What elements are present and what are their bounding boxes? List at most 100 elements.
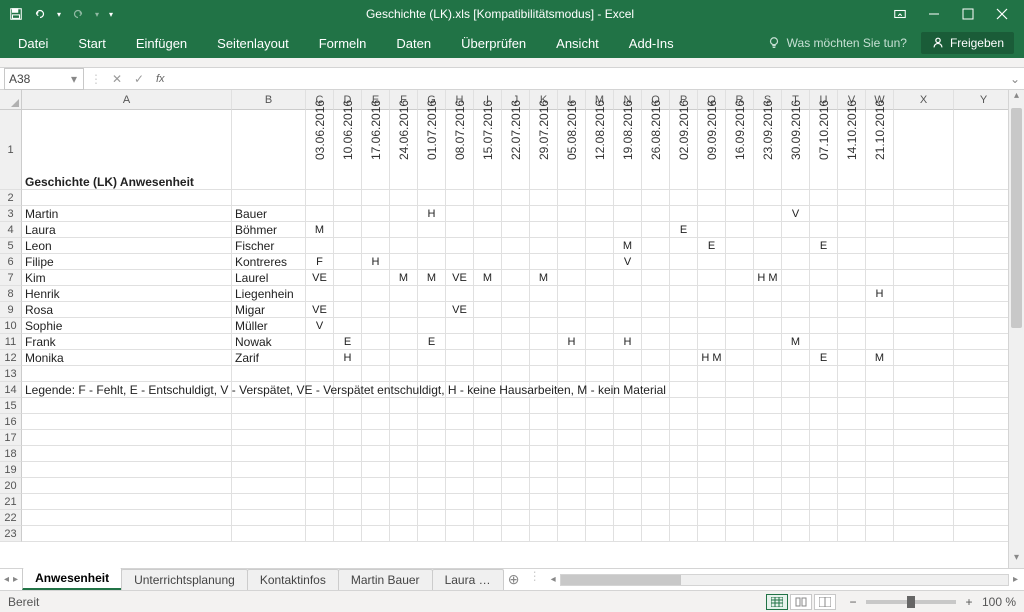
cell[interactable]	[22, 414, 232, 429]
cell[interactable]	[614, 222, 642, 237]
cell[interactable]	[866, 254, 894, 269]
row-header[interactable]: 18	[0, 446, 22, 462]
cell[interactable]	[642, 318, 670, 333]
cell[interactable]	[446, 462, 474, 477]
cell[interactable]	[894, 318, 954, 333]
cell[interactable]	[954, 414, 1008, 429]
view-normal-button[interactable]	[766, 594, 788, 610]
cell[interactable]	[782, 478, 810, 493]
cell[interactable]	[642, 366, 670, 381]
cell[interactable]	[810, 334, 838, 349]
cell[interactable]	[418, 526, 446, 541]
date-header-cell[interactable]: 07.10.2016	[810, 110, 838, 189]
cell[interactable]	[642, 398, 670, 413]
row-header[interactable]: 6	[0, 254, 22, 270]
cell[interactable]	[754, 222, 782, 237]
cell[interactable]	[642, 190, 670, 205]
cell[interactable]	[754, 414, 782, 429]
cell[interactable]	[390, 350, 418, 365]
cancel-formula-button[interactable]: ✕	[106, 69, 128, 89]
cell[interactable]: V	[782, 206, 810, 221]
row-header[interactable]: 22	[0, 510, 22, 526]
cell[interactable]	[670, 494, 698, 509]
date-header-cell[interactable]: 23.09.2016	[754, 110, 782, 189]
row-header[interactable]: 8	[0, 286, 22, 302]
cell[interactable]	[754, 462, 782, 477]
date-header-cell[interactable]: 16.09.2016	[726, 110, 754, 189]
cell[interactable]	[866, 238, 894, 253]
cell[interactable]: Liegenhein	[232, 286, 306, 301]
cell[interactable]	[362, 478, 390, 493]
cell[interactable]	[954, 318, 1008, 333]
cell[interactable]	[698, 398, 726, 413]
sheet-tab[interactable]: Anwesenheit	[22, 567, 122, 590]
cell[interactable]	[954, 334, 1008, 349]
cell[interactable]: H	[866, 286, 894, 301]
cell[interactable]: Böhmer	[232, 222, 306, 237]
cell[interactable]	[390, 430, 418, 445]
cell[interactable]	[586, 398, 614, 413]
date-header-cell[interactable]: 08.07.2016	[446, 110, 474, 189]
cell[interactable]	[838, 238, 866, 253]
cell[interactable]	[838, 254, 866, 269]
date-header-cell[interactable]: 21.10.2016	[866, 110, 894, 189]
cell[interactable]: E	[418, 334, 446, 349]
cell[interactable]	[232, 526, 306, 541]
cell[interactable]	[726, 254, 754, 269]
cell[interactable]	[954, 206, 1008, 221]
date-header-cell[interactable]: 05.08.2016	[558, 110, 586, 189]
cell[interactable]	[474, 238, 502, 253]
cell[interactable]	[586, 494, 614, 509]
cell[interactable]	[670, 462, 698, 477]
cell[interactable]	[390, 510, 418, 525]
cell[interactable]	[726, 414, 754, 429]
cell[interactable]	[670, 366, 698, 381]
row-header[interactable]: 3	[0, 206, 22, 222]
cell[interactable]	[614, 302, 642, 317]
cell[interactable]	[614, 206, 642, 221]
cell[interactable]	[530, 494, 558, 509]
date-header-cell[interactable]: 14.10.2016	[838, 110, 866, 189]
cell[interactable]	[558, 526, 586, 541]
row-header[interactable]: 21	[0, 494, 22, 510]
cell[interactable]	[698, 414, 726, 429]
cell[interactable]	[782, 286, 810, 301]
cell[interactable]: V	[614, 254, 642, 269]
cell[interactable]	[530, 446, 558, 461]
cell[interactable]	[586, 446, 614, 461]
cell[interactable]	[894, 190, 954, 205]
cell[interactable]	[446, 398, 474, 413]
cell[interactable]	[726, 238, 754, 253]
cell[interactable]	[418, 190, 446, 205]
cell[interactable]	[698, 206, 726, 221]
cell[interactable]	[502, 446, 530, 461]
cell[interactable]	[390, 286, 418, 301]
cell[interactable]	[306, 414, 334, 429]
cell[interactable]	[866, 494, 894, 509]
cell[interactable]	[838, 222, 866, 237]
cell[interactable]	[670, 526, 698, 541]
cell[interactable]: Zarif	[232, 350, 306, 365]
cell[interactable]	[614, 190, 642, 205]
cell[interactable]	[698, 478, 726, 493]
cell[interactable]	[866, 206, 894, 221]
maximize-button[interactable]	[952, 3, 984, 25]
cell[interactable]	[894, 270, 954, 285]
cell[interactable]	[558, 302, 586, 317]
cell[interactable]	[642, 254, 670, 269]
cell[interactable]	[838, 206, 866, 221]
cell[interactable]	[782, 398, 810, 413]
cell[interactable]	[306, 462, 334, 477]
sheet-tab[interactable]: Kontaktinfos	[247, 569, 339, 590]
cell[interactable]: E	[810, 350, 838, 365]
cell[interactable]	[754, 430, 782, 445]
cell[interactable]	[782, 510, 810, 525]
qat-customize[interactable]: ▾	[106, 4, 116, 24]
cell[interactable]	[954, 254, 1008, 269]
cell[interactable]	[390, 206, 418, 221]
cell[interactable]	[586, 302, 614, 317]
cell[interactable]	[474, 302, 502, 317]
cell[interactable]	[642, 350, 670, 365]
cell[interactable]	[586, 286, 614, 301]
cell[interactable]	[390, 526, 418, 541]
